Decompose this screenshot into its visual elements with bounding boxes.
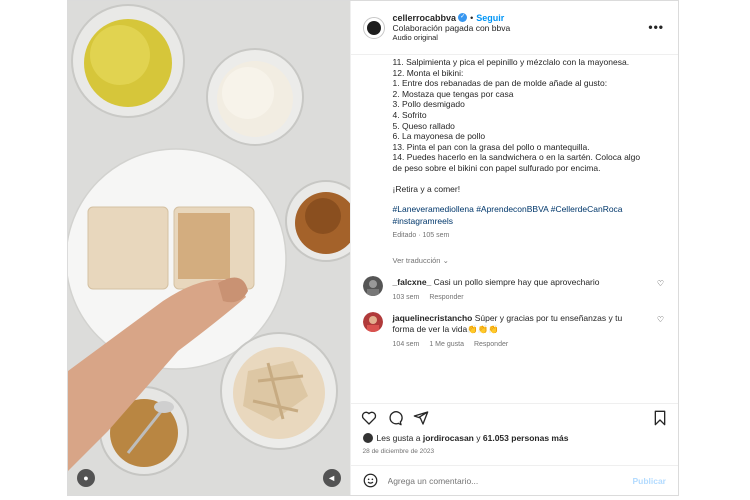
comment-icon[interactable]: [387, 410, 403, 426]
bookmark-icon[interactable]: [652, 410, 668, 426]
verified-badge-icon: ✓: [458, 13, 468, 23]
likes-middle: y: [476, 433, 481, 443]
action-bar: [350, 403, 678, 431]
comment-input[interactable]: [387, 475, 633, 486]
more-icon[interactable]: •••: [648, 20, 664, 34]
header-row: cellerrocabbva ✓ • Seguir: [393, 13, 511, 24]
username-link[interactable]: cellerrocabbva: [393, 13, 457, 24]
volume-icon[interactable]: ◄: [322, 469, 341, 487]
post-video[interactable]: ● ◄: [68, 1, 350, 495]
post-header: cellerrocabbva ✓ • Seguir Colaboración p…: [350, 1, 678, 55]
collaboration-label[interactable]: Colaboración pagada con bbva: [393, 23, 511, 33]
comment-text: Súper y gracias por tu enseñanzas y tu: [474, 313, 623, 324]
hashtag-link[interactable]: #Laneveramediollena: [393, 204, 474, 214]
post-sidebar: cellerrocabbva ✓ • Seguir Colaboración p…: [349, 1, 678, 495]
likes-prefix: Les gusta a: [376, 433, 421, 443]
translate-label[interactable]: Ver traducción: [393, 256, 441, 265]
heart-icon[interactable]: ♡: [657, 315, 664, 324]
reply-button[interactable]: Responder: [429, 294, 463, 301]
follow-button[interactable]: Seguir: [476, 13, 504, 24]
comment-text: Casi un pollo siempre hay que aprovechar…: [433, 277, 600, 288]
caption-line: 3. Pollo desmigado: [392, 99, 465, 110]
likes-summary: Les gusta a jordirocasan y 61.053 person…: [351, 431, 678, 445]
page: ● ◄ cellerrocabbva ✓ • Seguir Colaboraci…: [0, 0, 750, 500]
hashtag-link[interactable]: #CellerdeCanRoca: [551, 204, 623, 214]
liker-username[interactable]: jordirocasan: [423, 433, 474, 443]
heart-icon[interactable]: ♡: [657, 279, 664, 288]
comment-avatar[interactable]: [362, 276, 383, 297]
comment-body: jaquelinecristancho Súper y gracias por …: [393, 313, 664, 335]
caption-line: de peso sobre el bikini con papel sulfur…: [392, 162, 601, 173]
chevron-down-icon: ⌄: [442, 256, 449, 266]
hashtag-link[interactable]: #AprendeconBBVA: [476, 204, 548, 214]
caption-line: 14. Puedes hacerlo en la sandwichera o e…: [392, 152, 641, 163]
comment-username[interactable]: _falcxne_: [393, 277, 432, 287]
comment-time[interactable]: 103 sem: [393, 294, 420, 301]
comment-body: _falcxne_ Casi un pollo siempre hay que …: [393, 277, 664, 288]
caption-line: 1. Entre dos rebanadas de pan de molde a…: [392, 78, 608, 89]
likes-count[interactable]: 61.053 personas más: [483, 433, 569, 443]
comments-scroll-area[interactable]: 11. Salpimienta y pica el pepinillo y mé…: [351, 55, 678, 403]
post-comment-button[interactable]: Publicar: [632, 476, 666, 486]
caption-line: 4. Sofrito: [392, 109, 427, 120]
avatar-image: [362, 312, 383, 333]
caption-line: 11. Salpimienta y pica el pepinillo y mé…: [392, 57, 630, 67]
caption-line: 12. Monta el bikini:: [392, 67, 464, 78]
comment-meta: 104 sem 1 Me gusta Responder: [393, 341, 664, 348]
avatar-image: [362, 276, 383, 297]
post-date[interactable]: 28 de diciembre de 2023: [351, 445, 678, 465]
post-modal: ● ◄ cellerrocabbva ✓ • Seguir Colaboraci…: [67, 0, 679, 496]
hashtag-link[interactable]: #instagramreels: [393, 216, 453, 226]
comment-meta: 103 sem Responder: [393, 294, 664, 301]
emoji-icon[interactable]: [363, 473, 378, 488]
share-icon[interactable]: [413, 410, 429, 426]
hashtags: #Laneveramediollena #AprendeconBBVA #Cel…: [393, 204, 664, 227]
translate-link[interactable]: Ver traducción ⌄: [393, 256, 664, 265]
caption-line: 13. Pinta el pan con la grasa del pollo …: [392, 141, 590, 152]
comment-likes[interactable]: 1 Me gusta: [429, 341, 464, 348]
add-comment-bar: Publicar: [350, 465, 678, 495]
edited-label: Editado · 105 sem: [392, 232, 450, 240]
reply-button[interactable]: Responder: [474, 341, 508, 348]
liker-avatar: [362, 433, 373, 443]
audio-link[interactable]: Audio original: [393, 33, 511, 42]
comment-time[interactable]: 104 sem: [393, 341, 420, 348]
comment-avatar[interactable]: [362, 312, 383, 333]
comment-text-continued: forma de ver la vida👏👏👏: [392, 324, 499, 335]
comment-item: jaquelinecristancho Súper y gracias por …: [362, 312, 664, 348]
caption: 11. Salpimienta y pica el pepinillo y mé…: [393, 57, 664, 239]
avatar[interactable]: [362, 16, 385, 39]
caption-line: 6. La mayonesa de pollo: [392, 131, 486, 142]
caption-closing: ¡Retira y a comer!: [392, 183, 461, 194]
comment-username[interactable]: jaquelinecristancho: [393, 313, 473, 323]
video-frame-illustration: [68, 1, 350, 495]
caption-line: 5. Queso rallado: [392, 120, 455, 131]
comment-item: _falcxne_ Casi un pollo siempre hay que …: [362, 276, 664, 301]
person-tag-icon[interactable]: ●: [77, 469, 95, 487]
heart-icon[interactable]: [361, 410, 377, 426]
header-text: cellerrocabbva ✓ • Seguir Colaboración p…: [393, 13, 511, 43]
caption-line: 2. Mostaza que tengas por casa: [392, 88, 514, 99]
separator: •: [470, 12, 474, 23]
